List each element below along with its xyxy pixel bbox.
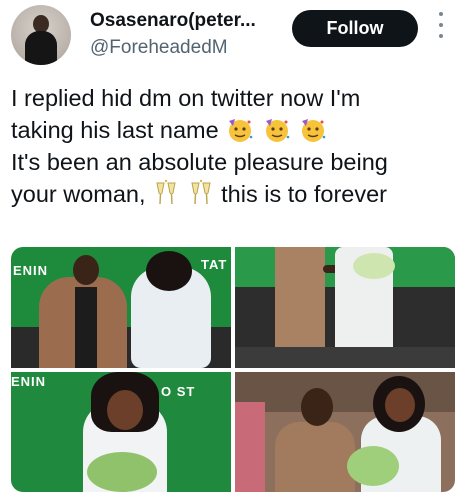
photo-couple-holding-flowers[interactable] [235, 247, 455, 368]
partying-face-icon [302, 119, 326, 142]
banner-text: TAT [201, 257, 228, 272]
man-shirt [75, 287, 97, 368]
tweet-line-3: It's been an absolute pleasure being [11, 149, 388, 175]
banner-text: ENIN [11, 374, 47, 389]
tweet-line-4: your woman, this is to forever [11, 178, 451, 210]
floor [235, 347, 455, 368]
avatar-figure-body [25, 31, 57, 65]
man-head [301, 388, 333, 426]
tweet-line-2-text: taking his last name [11, 117, 219, 143]
banner-text: O ST [161, 384, 196, 399]
woman-face [385, 388, 415, 422]
banner-text: ENIN [13, 263, 49, 278]
bouquet [353, 253, 395, 279]
more-options-icon[interactable] [438, 12, 444, 38]
man-head [73, 255, 99, 285]
photo-couple-seated[interactable] [235, 372, 455, 492]
tweet-line-4-text-b: this is to forever [221, 181, 387, 207]
media-grid: ENIN TAT ENIN O ST [11, 247, 455, 492]
clinking-glasses-icon [190, 179, 211, 205]
user-handle[interactable]: @ForeheadedM [90, 37, 228, 59]
photo-couple-standing[interactable]: ENIN TAT [11, 247, 231, 368]
photo-bride-with-bouquet[interactable]: ENIN O ST [11, 372, 231, 492]
display-name[interactable]: Osasenaro(peter... [90, 10, 256, 32]
partying-face-icon [229, 119, 253, 142]
tweet-line-4-text-a: your woman, [11, 181, 146, 207]
bouquet [347, 446, 399, 486]
tweet-line-1: I replied hid dm on twitter now I'm [11, 85, 361, 111]
follow-button[interactable]: Follow [292, 10, 418, 47]
tweet-line-2: taking his last name [11, 114, 451, 146]
tweet-text: I replied hid dm on twitter now I'm taki… [11, 82, 451, 210]
guest-pink [235, 402, 265, 492]
bouquet [87, 452, 157, 492]
woman-hair [146, 251, 192, 291]
avatar[interactable] [11, 5, 71, 65]
woman-face [107, 390, 143, 430]
partying-face-icon [265, 119, 290, 142]
man-suit [275, 422, 355, 492]
clinking-glasses-icon [156, 179, 176, 205]
